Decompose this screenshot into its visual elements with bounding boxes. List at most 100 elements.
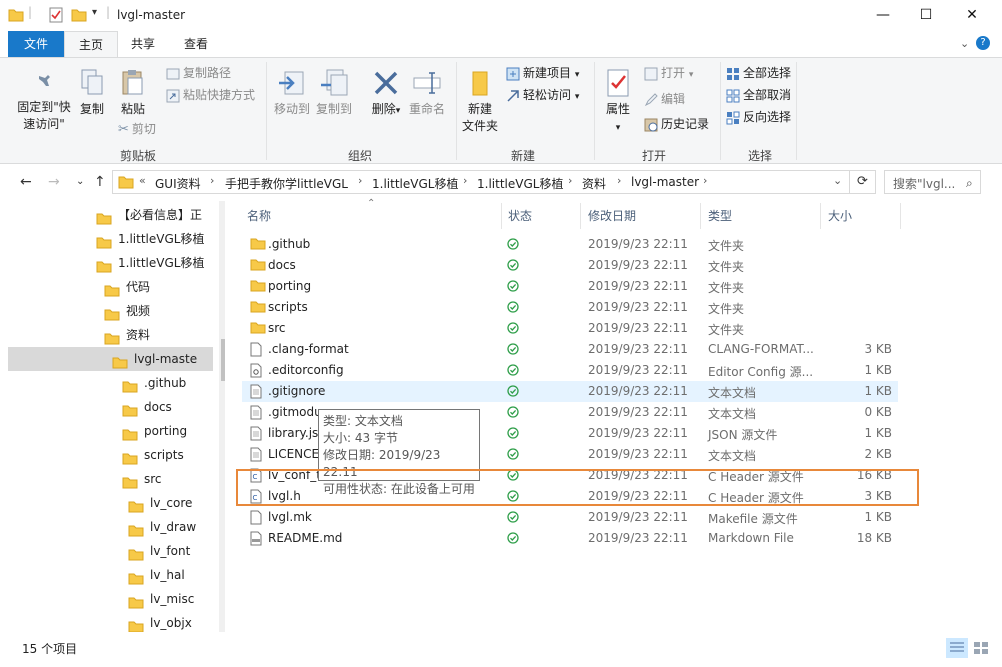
nav-item[interactable]: lv_hal [8,563,213,587]
pin-quick-access-button[interactable]: 固定到"快 速访问" [12,68,76,133]
folder-icon [250,259,266,271]
nav-item[interactable]: 1.littleVGL移植 [8,251,213,275]
nav-item[interactable]: lvgl-maste [8,347,213,371]
address-bar[interactable]: « GUI资料 › 手把手教你学littleVGL › 1.littleVGL移… [112,170,850,194]
collapse-ribbon-icon[interactable]: ⌄ [960,37,969,50]
nav-item[interactable]: docs [8,395,213,419]
back-button[interactable]: ← [20,174,32,190]
file-date: 2019/9/23 22:11 [588,300,688,314]
forward-button[interactable]: → [48,174,60,190]
close-button[interactable]: ✕ [949,0,995,31]
address-dropdown-icon[interactable]: ⌄ [833,174,842,187]
table-row[interactable]: .clang-format 2019/9/23 22:11 CLANG-FORMAT… [242,339,898,360]
help-icon[interactable]: ? [976,36,990,50]
new-folder-icon[interactable] [71,7,87,23]
column-header-size[interactable]: 大小 [828,207,852,224]
nav-item[interactable]: src [8,467,213,491]
open-icon [644,67,658,80]
nav-item[interactable]: 视频 [8,299,213,323]
nav-item[interactable]: lv_objx [8,611,213,632]
table-row[interactable]: .github 2019/9/23 22:11 文件夹 [242,234,898,255]
recent-locations-button[interactable]: ⌄ [76,176,84,187]
tab-home[interactable]: 主页 [64,31,118,57]
nav-scrollbar[interactable] [219,201,225,632]
quick-access-dropdown-icon[interactable]: ▾ [92,7,97,18]
column-header-name[interactable]: 名称 [247,207,271,224]
breadcrumb-overflow[interactable]: « [139,174,146,187]
nav-item[interactable]: lv_font [8,539,213,563]
sync-ok-icon [507,406,519,418]
file-size: 2 KB [864,447,892,461]
cut-button[interactable]: ✂ 剪切 [118,119,156,139]
folder-icon [122,429,138,441]
open-button[interactable]: 打开 ▾ [644,63,693,83]
details-view-button[interactable] [946,638,968,658]
table-row[interactable]: README.md 2019/9/23 22:11 Markdown File 18 … [242,528,898,549]
table-row[interactable]: .editorconfig 2019/9/23 22:11 Editor Confi… [242,360,898,381]
breadcrumb-item[interactable]: 1.littleVGL移植 [477,175,563,192]
new-folder-button[interactable]: 新建 文件夹 [460,68,500,135]
nav-item[interactable]: lv_misc [8,587,213,611]
properties-icon[interactable] [48,7,64,23]
copy-path-button[interactable]: 复制路径 [166,63,231,83]
file-type: Editor Config 源... [708,365,814,379]
breadcrumb-item[interactable]: lvgl-master [631,175,699,189]
new-item-button[interactable]: 新建项目 ▾ [506,63,579,83]
maximize-button[interactable]: ☐ [903,0,949,31]
column-header-date[interactable]: 修改日期 [588,207,636,224]
tab-share[interactable]: 共享 [118,31,168,57]
nav-item[interactable]: lv_core [8,491,213,515]
table-row[interactable]: scripts 2019/9/23 22:11 文件夹 [242,297,898,318]
open-group-label: 打开 [641,149,666,163]
tab-view[interactable]: 查看 [168,31,224,57]
easy-access-button[interactable]: 轻松访问 ▾ [506,85,579,105]
nav-item[interactable]: scripts [8,443,213,467]
sync-ok-icon [507,238,519,250]
select-none-button[interactable]: 全部取消 [726,85,791,105]
table-row[interactable]: lvgl.mk 2019/9/23 22:11 Makefile 源文件 1 KB [242,507,898,528]
pin-icon [37,71,50,90]
paste-button[interactable]: 粘贴 [116,68,150,118]
breadcrumb-item[interactable]: 资料 [582,175,606,192]
rename-button[interactable]: 重命名 [406,68,448,118]
up-button[interactable]: ↑ [94,174,106,190]
breadcrumb-item[interactable]: 手把手教你学littleVGL [225,175,348,192]
file-date: 2019/9/23 22:11 [588,363,688,377]
table-row[interactable]: docs 2019/9/23 22:11 文件夹 [242,255,898,276]
file-type: 文件夹 [708,323,745,337]
nav-item[interactable]: lv_draw [8,515,213,539]
copy-to-button[interactable]: 复制到 [314,68,354,118]
properties-button[interactable]: 属性 ▾ [598,68,638,137]
minimize-button[interactable]: — [860,0,906,31]
file-name: porting [268,279,312,293]
history-button[interactable]: 历史记录 [644,114,709,134]
file-type: 文件夹 [708,281,745,295]
column-header-type[interactable]: 类型 [708,207,732,224]
nav-item[interactable]: 【必看信息】正 [8,203,213,227]
table-row[interactable]: porting 2019/9/23 22:11 文件夹 [242,276,898,297]
table-row[interactable]: src 2019/9/23 22:11 文件夹 [242,318,898,339]
column-header-status[interactable]: 状态 [508,207,532,224]
select-all-button[interactable]: 全部选择 [726,63,791,83]
nav-item[interactable]: porting [8,419,213,443]
nav-item[interactable]: .github [8,371,213,395]
paste-shortcut-button[interactable]: 粘贴快捷方式 [166,85,255,105]
tooltip-size: 大小: 43 字节 [323,431,398,445]
delete-button[interactable]: 删除▾ [366,68,406,120]
refresh-button[interactable]: ⟳ [850,170,876,194]
nav-scrollbar-thumb[interactable] [221,339,225,381]
edit-button[interactable]: 编辑 [644,89,685,109]
copy-button[interactable]: 复制 [76,68,108,118]
file-date: 2019/9/23 22:11 [588,258,688,272]
folder-icon [112,357,128,369]
table-row[interactable]: .gitignore 2019/9/23 22:11 文本文档 1 KB [242,381,898,402]
nav-item[interactable]: 资料 [8,323,213,347]
breadcrumb-item[interactable]: GUI资料 [155,175,201,192]
nav-item[interactable]: 代码 [8,275,213,299]
breadcrumb-item[interactable]: 1.littleVGL移植 [372,175,458,192]
tab-file[interactable]: 文件 [8,31,64,57]
invert-selection-button[interactable]: 反向选择 [726,107,791,127]
move-to-button[interactable]: 移动到 [272,68,312,118]
large-icons-view-button[interactable] [970,638,992,658]
nav-item[interactable]: 1.littleVGL移植 [8,227,213,251]
